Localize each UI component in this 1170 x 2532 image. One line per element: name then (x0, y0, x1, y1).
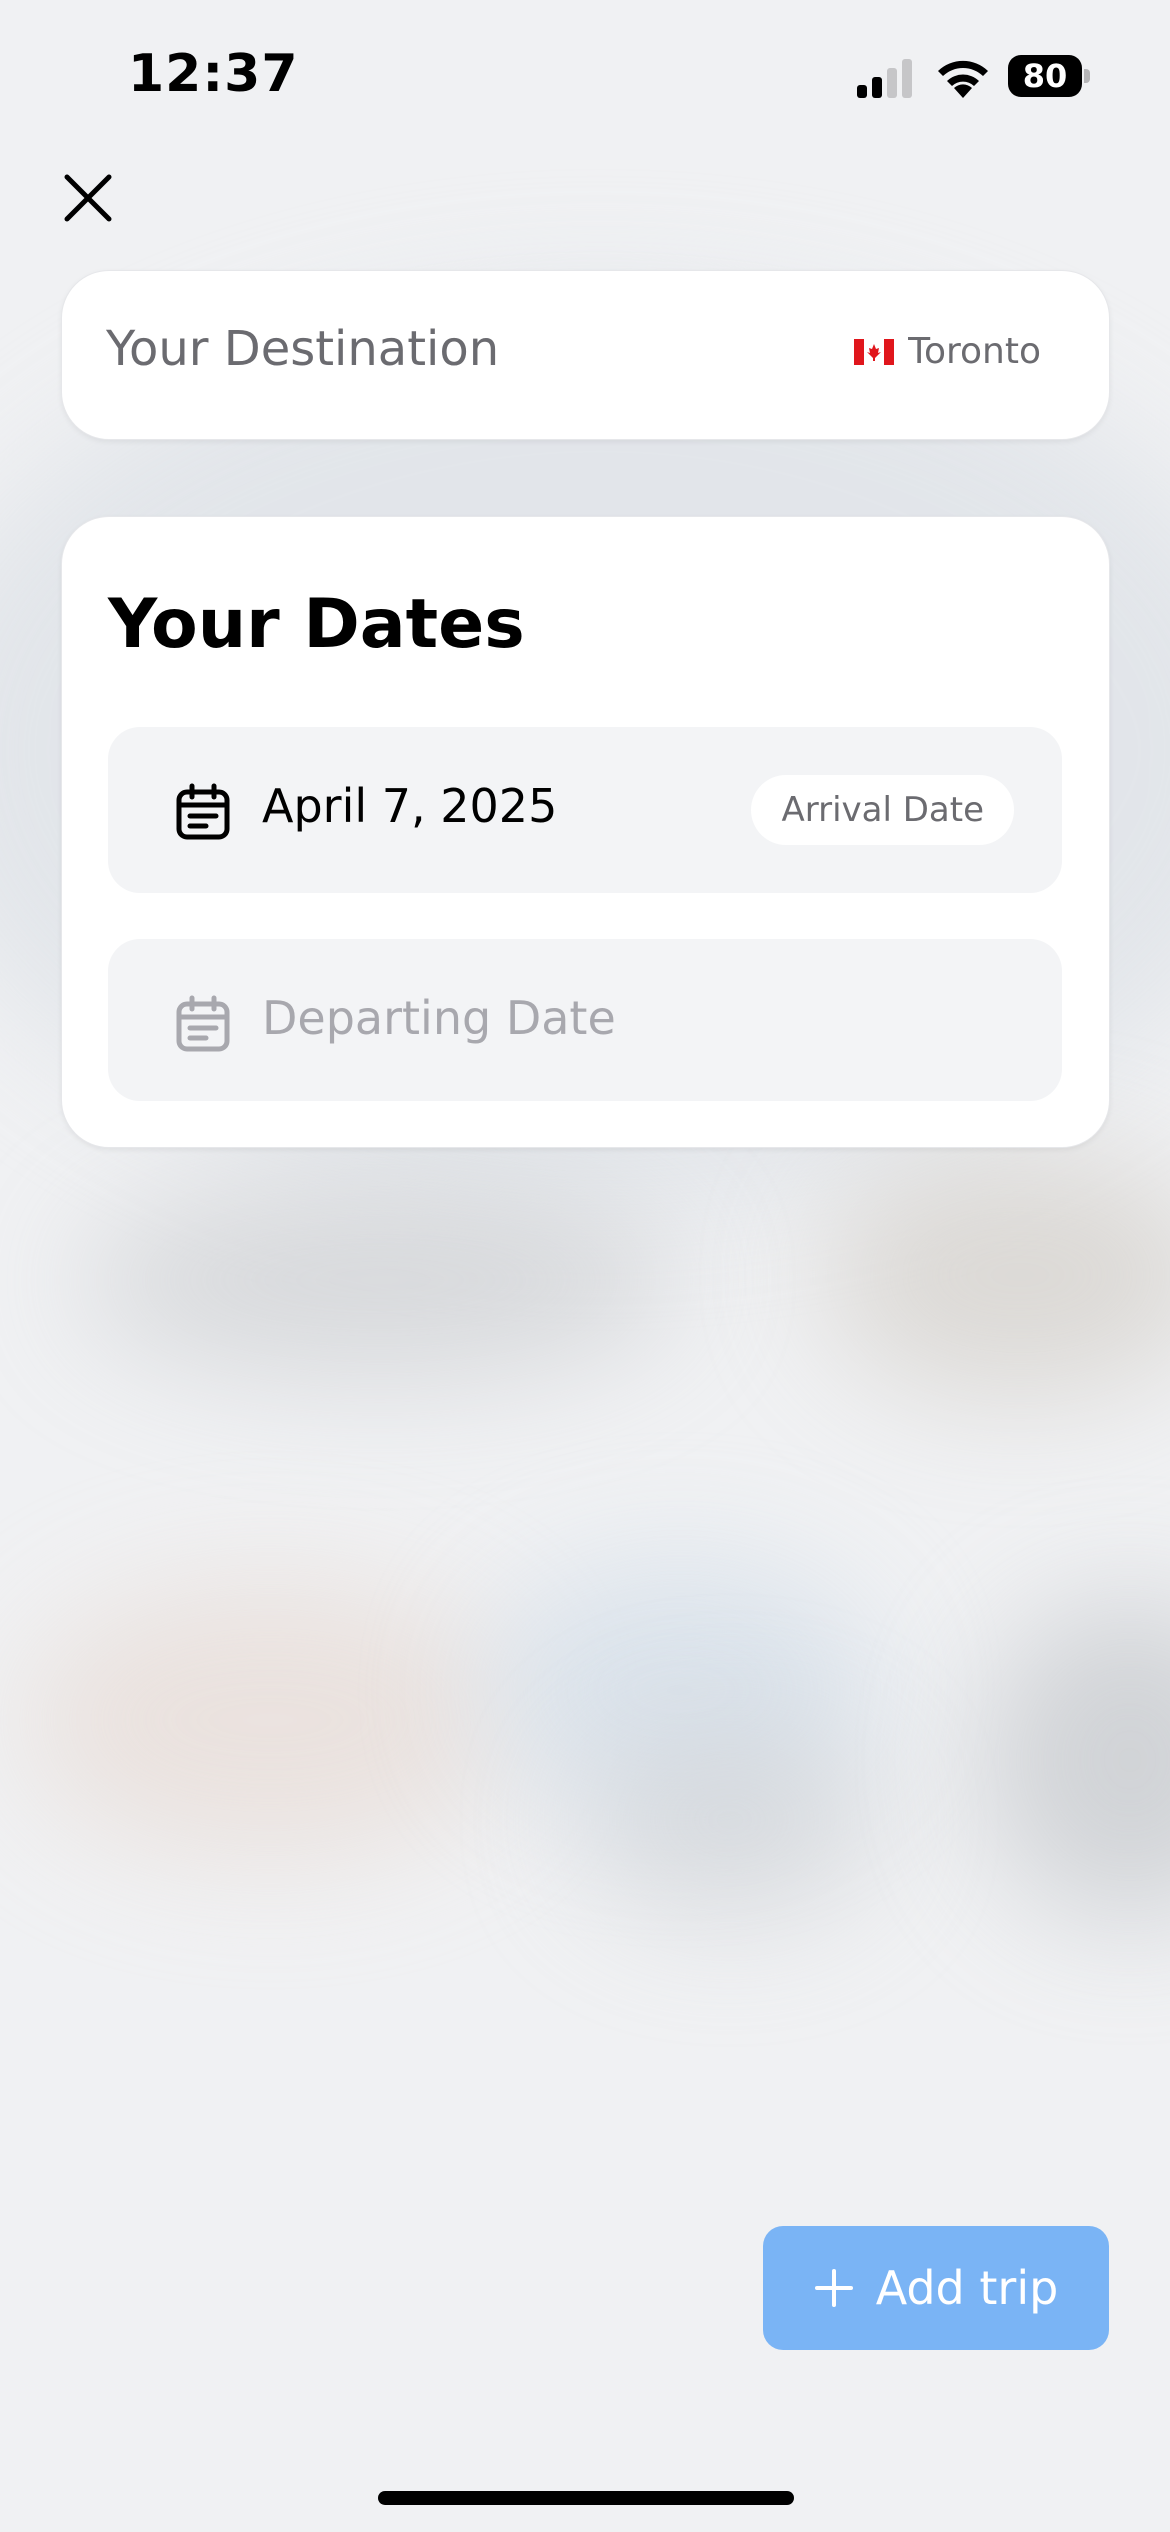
add-trip-label: Add trip (875, 2261, 1059, 2315)
battery-level: 80 (1022, 57, 1068, 95)
arrival-date-value: April 7, 2025 (262, 779, 558, 833)
destination-city: Toronto (908, 331, 1041, 372)
calendar-icon (176, 995, 230, 1052)
arrival-date-tag: Arrival Date (751, 775, 1014, 845)
departing-date-placeholder: Departing Date (262, 991, 616, 1045)
destination-value: Toronto (854, 331, 1041, 372)
calendar-icon (176, 783, 230, 840)
battery-icon: 80 (1008, 55, 1090, 97)
dates-title: Your Dates (108, 585, 525, 664)
add-trip-button[interactable]: Add trip (763, 2226, 1109, 2350)
canada-flag-icon (854, 338, 895, 365)
destination-label: Your Destination (106, 321, 500, 377)
wifi-icon (938, 60, 988, 98)
plus-icon (814, 2269, 853, 2307)
status-time: 12:37 (128, 44, 299, 104)
status-bar: 12:37 80 (0, 0, 1170, 150)
close-icon (64, 174, 112, 222)
close-button[interactable] (58, 168, 118, 228)
arrival-date-field[interactable]: April 7, 2025 Arrival Date (108, 727, 1062, 893)
cellular-signal-icon (857, 59, 912, 98)
destination-card[interactable]: Your Destination Toronto (61, 270, 1110, 440)
home-indicator[interactable] (378, 2491, 794, 2505)
dates-card: Your Dates April 7, 2025 Arrival Date De… (61, 516, 1110, 1148)
departing-date-field[interactable]: Departing Date (108, 939, 1062, 1101)
